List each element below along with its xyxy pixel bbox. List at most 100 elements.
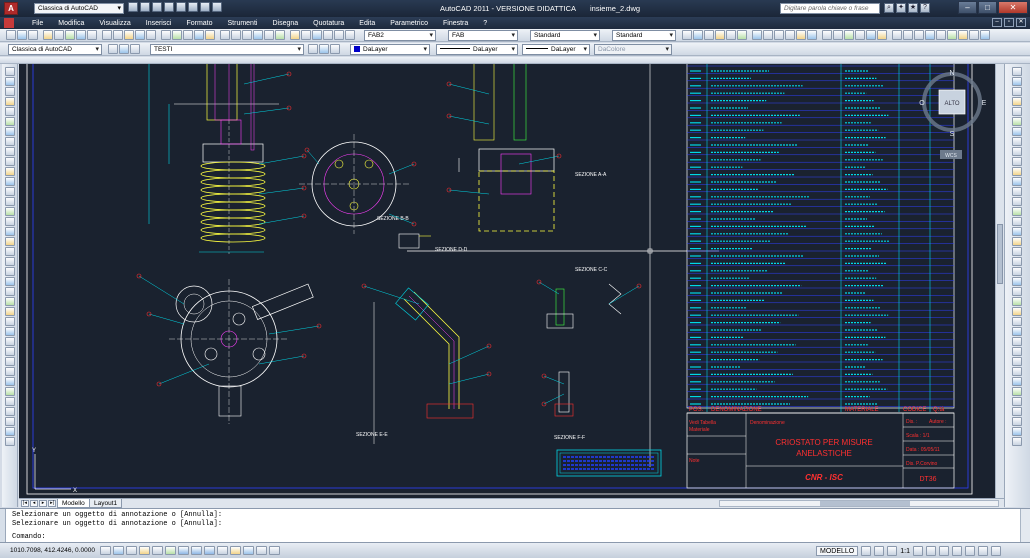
lineweight-select[interactable]: DaLayer [522, 44, 590, 55]
menu-parametrico[interactable]: Parametrico [390, 20, 428, 27]
linetype-select[interactable]: DaLayer [436, 44, 518, 55]
undo-icon[interactable] [176, 2, 186, 12]
annotation-scale-value[interactable]: 1:1 [900, 548, 910, 555]
draw-tool-icon[interactable] [5, 117, 15, 126]
table-style-select[interactable]: Standard [530, 30, 600, 41]
modify-tool-icon[interactable] [1012, 147, 1022, 156]
doc-close-button[interactable]: ✕ [1016, 18, 1026, 27]
standard-tool-icon[interactable] [28, 30, 38, 40]
view-tool-icon[interactable] [903, 30, 913, 40]
draw-tool-icon[interactable] [5, 347, 15, 356]
modify-tool-icon[interactable] [1012, 77, 1022, 86]
standard-tool-icon[interactable] [102, 30, 112, 40]
view-tool-icon[interactable] [833, 30, 843, 40]
modify-tool-icon[interactable] [1012, 287, 1022, 296]
drafting-toggle-icon[interactable] [126, 546, 137, 555]
standard-tool-icon[interactable] [161, 30, 171, 40]
saveas-icon[interactable] [164, 2, 174, 12]
view-tool-icon[interactable] [704, 30, 714, 40]
drafting-toggle-icon[interactable] [139, 546, 150, 555]
canvas-horizontal-scrollbar[interactable] [719, 500, 999, 507]
quick-view-drawings-icon[interactable] [874, 546, 885, 556]
view-tool-icon[interactable] [715, 30, 725, 40]
hscroll-thumb[interactable] [820, 501, 910, 506]
new-icon[interactable] [128, 2, 138, 12]
standard-tool-icon[interactable] [242, 30, 252, 40]
standard-tool-icon[interactable] [323, 30, 333, 40]
dim-style-select[interactable]: FAB [448, 30, 518, 41]
layer-select[interactable]: TESTI [150, 44, 304, 55]
draw-tool-icon[interactable] [5, 67, 15, 76]
modify-tool-icon[interactable] [1012, 307, 1022, 316]
modify-tool-icon[interactable] [1012, 357, 1022, 366]
favorites-icon[interactable]: ★ [908, 3, 918, 13]
draw-tool-icon[interactable] [5, 147, 15, 156]
drafting-toggle-icon[interactable] [152, 546, 163, 555]
view-tool-icon[interactable] [785, 30, 795, 40]
help-search-input[interactable]: Digitare parola chiave o frase [780, 3, 880, 14]
annotation-scale-icon[interactable] [887, 546, 898, 556]
auto-scale-icon[interactable] [925, 546, 936, 556]
standard-tool-icon[interactable] [275, 30, 285, 40]
view-tool-icon[interactable] [980, 30, 990, 40]
draw-tool-icon[interactable] [5, 217, 15, 226]
tab-layout1[interactable]: Layout1 [89, 499, 123, 508]
plotstyle-select[interactable]: DaColore [594, 44, 672, 55]
modify-tool-icon[interactable] [1012, 367, 1022, 376]
view-tool-icon[interactable] [958, 30, 968, 40]
redo-icon[interactable] [188, 2, 198, 12]
standard-tool-icon[interactable] [113, 30, 123, 40]
draw-tool-icon[interactable] [5, 177, 15, 186]
drafting-toggle-icon[interactable] [204, 546, 215, 555]
modify-tool-icon[interactable] [1012, 257, 1022, 266]
clean-screen-icon[interactable] [990, 546, 1001, 556]
standard-tool-icon[interactable] [76, 30, 86, 40]
workspace-tool-icon[interactable] [108, 44, 118, 54]
standard-tool-icon[interactable] [264, 30, 274, 40]
modify-tool-icon[interactable] [1012, 87, 1022, 96]
open-icon[interactable] [140, 2, 150, 12]
view-tool-icon[interactable] [855, 30, 865, 40]
modify-tool-icon[interactable] [1012, 387, 1022, 396]
standard-tool-icon[interactable] [253, 30, 263, 40]
draw-tool-icon[interactable] [5, 427, 15, 436]
layer-tool-icon[interactable] [330, 44, 340, 54]
standard-tool-icon[interactable] [194, 30, 204, 40]
modify-tool-icon[interactable] [1012, 197, 1022, 206]
draw-tool-icon[interactable] [5, 437, 15, 446]
modify-tool-icon[interactable] [1012, 227, 1022, 236]
standard-tool-icon[interactable] [172, 30, 182, 40]
menu-edita[interactable]: Edita [359, 20, 375, 27]
tab-prev-button[interactable]: ◂ [30, 500, 38, 507]
standard-tool-icon[interactable] [135, 30, 145, 40]
draw-tool-icon[interactable] [5, 307, 15, 316]
workspace-toolbar-select[interactable]: Classica di AutoCAD [8, 44, 102, 55]
menu-finestra[interactable]: Finestra [443, 20, 468, 27]
annotation-visibility-icon[interactable] [912, 546, 923, 556]
menu-modifica[interactable]: Modifica [58, 20, 84, 27]
modify-tool-icon[interactable] [1012, 317, 1022, 326]
coordinates-readout[interactable]: 1010.7098, 412.4246, 0.0000 [10, 547, 95, 554]
drafting-toggle-icon[interactable] [191, 546, 202, 555]
isolate-objects-icon[interactable] [977, 546, 988, 556]
command-grip[interactable] [0, 509, 6, 543]
menu-help[interactable]: ? [483, 20, 487, 27]
draw-tool-icon[interactable] [5, 287, 15, 296]
view-tool-icon[interactable] [947, 30, 957, 40]
standard-tool-icon[interactable] [345, 30, 355, 40]
minimize-button[interactable]: – [958, 1, 977, 14]
view-tool-icon[interactable] [877, 30, 887, 40]
modify-tool-icon[interactable] [1012, 217, 1022, 226]
view-tool-icon[interactable] [807, 30, 817, 40]
modify-tool-icon[interactable] [1012, 277, 1022, 286]
drafting-toggle-icon[interactable] [217, 546, 228, 555]
model-space-button[interactable]: MODELLO [816, 546, 859, 556]
draw-tool-icon[interactable] [5, 317, 15, 326]
standard-tool-icon[interactable] [231, 30, 241, 40]
close-button[interactable]: ✕ [998, 1, 1028, 14]
canvas-vertical-scrollbar[interactable] [995, 64, 1004, 498]
tab-modello[interactable]: Modello [57, 499, 90, 508]
modify-tool-icon[interactable] [1012, 117, 1022, 126]
standard-tool-icon[interactable] [334, 30, 344, 40]
menu-strumenti[interactable]: Strumenti [228, 20, 258, 27]
